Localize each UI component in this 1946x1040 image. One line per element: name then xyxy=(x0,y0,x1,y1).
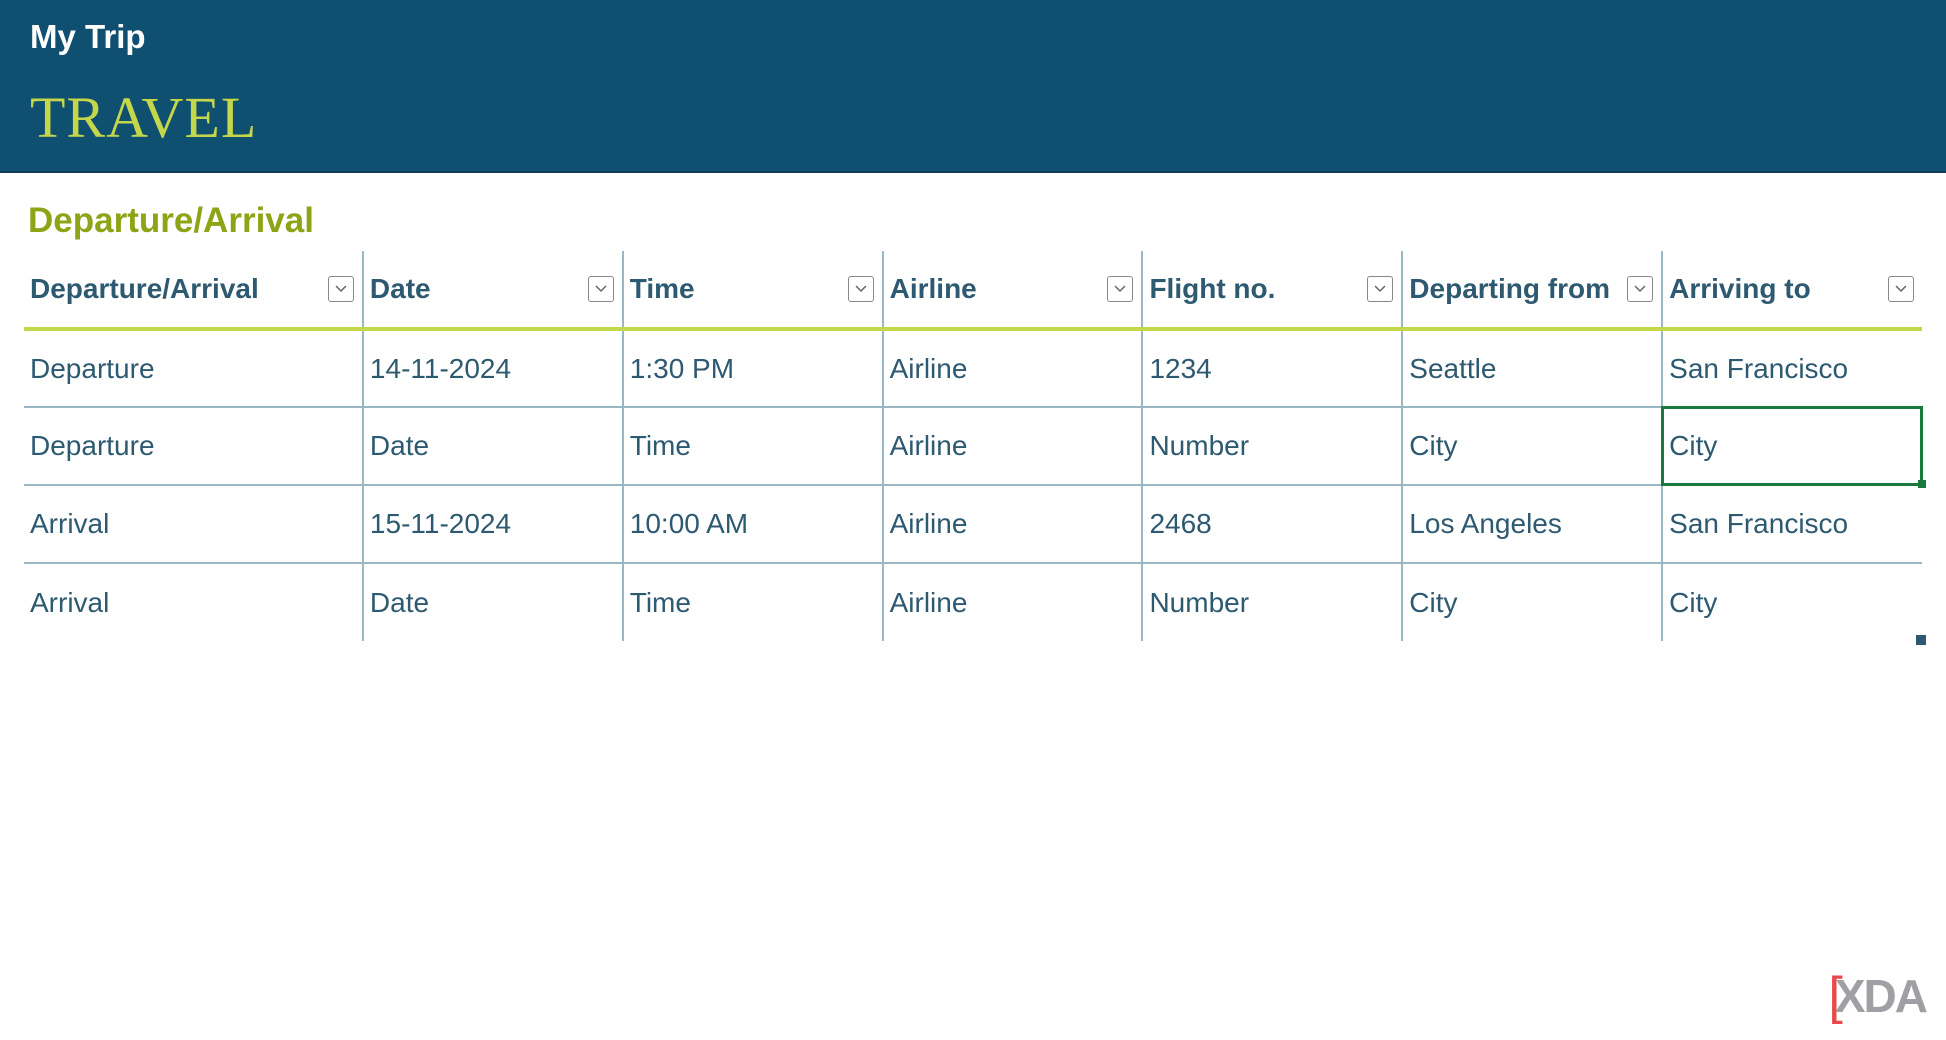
column-header-date[interactable]: Date xyxy=(363,251,623,329)
filter-button[interactable] xyxy=(1627,276,1653,302)
cell-airline[interactable]: Airline xyxy=(883,563,1143,641)
cell-time[interactable]: Time xyxy=(623,407,883,485)
table-row: Departure 14-11-2024 1:30 PM Airline 123… xyxy=(24,329,1922,407)
cell-flightno[interactable]: Number xyxy=(1142,407,1402,485)
cell-type[interactable]: Departure xyxy=(24,407,363,485)
watermark-logo: [ XDA xyxy=(1828,966,1926,1026)
cell-date[interactable]: Date xyxy=(363,563,623,641)
cell-date[interactable]: 15-11-2024 xyxy=(363,485,623,563)
cell-airline[interactable]: Airline xyxy=(883,329,1143,407)
column-header-label: Time xyxy=(630,273,695,304)
cell-time[interactable]: Time xyxy=(623,563,883,641)
cell-departing[interactable]: Seattle xyxy=(1402,329,1662,407)
cell-flightno[interactable]: 1234 xyxy=(1142,329,1402,407)
page-header: My Trip TRAVEL xyxy=(0,0,1946,173)
filter-button[interactable] xyxy=(1107,276,1133,302)
table-row: Arrival Date Time Airline Number City Ci… xyxy=(24,563,1922,641)
column-header-type[interactable]: Departure/Arrival xyxy=(24,251,363,329)
column-header-arriving[interactable]: Arriving to xyxy=(1662,251,1922,329)
cell-departing[interactable]: City xyxy=(1402,563,1662,641)
cell-departing[interactable]: Los Angeles xyxy=(1402,485,1662,563)
filter-button[interactable] xyxy=(328,276,354,302)
chevron-down-icon xyxy=(1114,285,1126,293)
cell-flightno[interactable]: 2468 xyxy=(1142,485,1402,563)
table-row: Departure Date Time Airline Number City … xyxy=(24,407,1922,485)
header-subtitle: TRAVEL xyxy=(30,84,1916,151)
chevron-down-icon xyxy=(1895,285,1907,293)
cell-airline[interactable]: Airline xyxy=(883,485,1143,563)
column-header-label: Departing from xyxy=(1409,273,1610,304)
cell-date[interactable]: 14-11-2024 xyxy=(363,329,623,407)
cell-departing[interactable]: City xyxy=(1402,407,1662,485)
cell-arriving[interactable]: San Francisco xyxy=(1662,485,1922,563)
section-title: Departure/Arrival xyxy=(28,201,1922,241)
cell-time[interactable]: 1:30 PM xyxy=(623,329,883,407)
cell-flightno[interactable]: Number xyxy=(1142,563,1402,641)
watermark-text: XDA xyxy=(1835,969,1926,1023)
chevron-down-icon xyxy=(1374,285,1386,293)
content-area: Departure/Arrival Departure/Arrival Date xyxy=(0,173,1946,641)
filter-button[interactable] xyxy=(848,276,874,302)
column-header-label: Departure/Arrival xyxy=(30,273,259,304)
column-header-label: Airline xyxy=(890,273,977,304)
chevron-down-icon xyxy=(855,285,867,293)
cell-arriving-selected[interactable]: City xyxy=(1662,407,1922,485)
table-row: Arrival 15-11-2024 10:00 AM Airline 2468… xyxy=(24,485,1922,563)
table-resize-handle[interactable] xyxy=(1916,635,1926,645)
column-header-label: Flight no. xyxy=(1149,273,1275,304)
filter-button[interactable] xyxy=(588,276,614,302)
cell-time[interactable]: 10:00 AM xyxy=(623,485,883,563)
column-header-label: Arriving to xyxy=(1669,273,1811,304)
travel-table: Departure/Arrival Date Time xyxy=(24,251,1922,641)
table-header-row: Departure/Arrival Date Time xyxy=(24,251,1922,329)
column-header-time[interactable]: Time xyxy=(623,251,883,329)
cell-type[interactable]: Departure xyxy=(24,329,363,407)
chevron-down-icon xyxy=(595,285,607,293)
chevron-down-icon xyxy=(335,285,347,293)
column-header-label: Date xyxy=(370,273,431,304)
cell-type[interactable]: Arrival xyxy=(24,563,363,641)
filter-button[interactable] xyxy=(1367,276,1393,302)
column-header-departing[interactable]: Departing from xyxy=(1402,251,1662,329)
cell-arriving[interactable]: City xyxy=(1662,563,1922,641)
column-header-flightno[interactable]: Flight no. xyxy=(1142,251,1402,329)
filter-button[interactable] xyxy=(1888,276,1914,302)
cell-type[interactable]: Arrival xyxy=(24,485,363,563)
column-header-airline[interactable]: Airline xyxy=(883,251,1143,329)
header-title: My Trip xyxy=(30,18,1916,56)
cell-date[interactable]: Date xyxy=(363,407,623,485)
chevron-down-icon xyxy=(1634,285,1646,293)
cell-arriving[interactable]: San Francisco xyxy=(1662,329,1922,407)
cell-airline[interactable]: Airline xyxy=(883,407,1143,485)
